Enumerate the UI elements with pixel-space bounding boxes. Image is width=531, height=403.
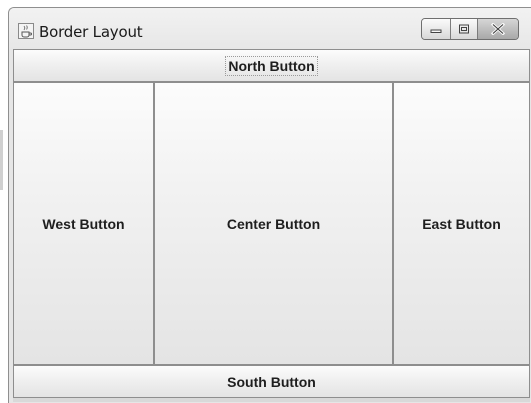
center-button-label: Center Button (226, 215, 321, 232)
east-button[interactable]: East Button (393, 82, 530, 365)
west-button[interactable]: West Button (13, 82, 154, 365)
close-button[interactable] (478, 19, 518, 39)
north-button[interactable]: North Button (13, 49, 530, 82)
south-button[interactable]: South Button (13, 365, 530, 398)
content-pane: North Button West Button Center Button E… (13, 49, 530, 402)
java-cup-icon (18, 23, 34, 39)
center-button[interactable]: Center Button (154, 82, 393, 365)
application-window: Border Layout North Button West Button C… (8, 7, 531, 403)
title-bar[interactable]: Border Layout (9, 8, 531, 49)
maximize-icon (459, 24, 469, 34)
close-icon (490, 23, 506, 35)
south-button-label: South Button (227, 373, 316, 390)
minimize-button[interactable] (422, 19, 451, 39)
east-button-label: East Button (422, 215, 501, 232)
west-button-label: West Button (42, 215, 125, 232)
north-button-label: North Button (225, 55, 318, 76)
maximize-button[interactable] (451, 19, 478, 39)
window-controls (421, 18, 519, 40)
minimize-icon (430, 29, 442, 33)
background-strip (0, 130, 3, 190)
window-title: Border Layout (39, 23, 143, 41)
